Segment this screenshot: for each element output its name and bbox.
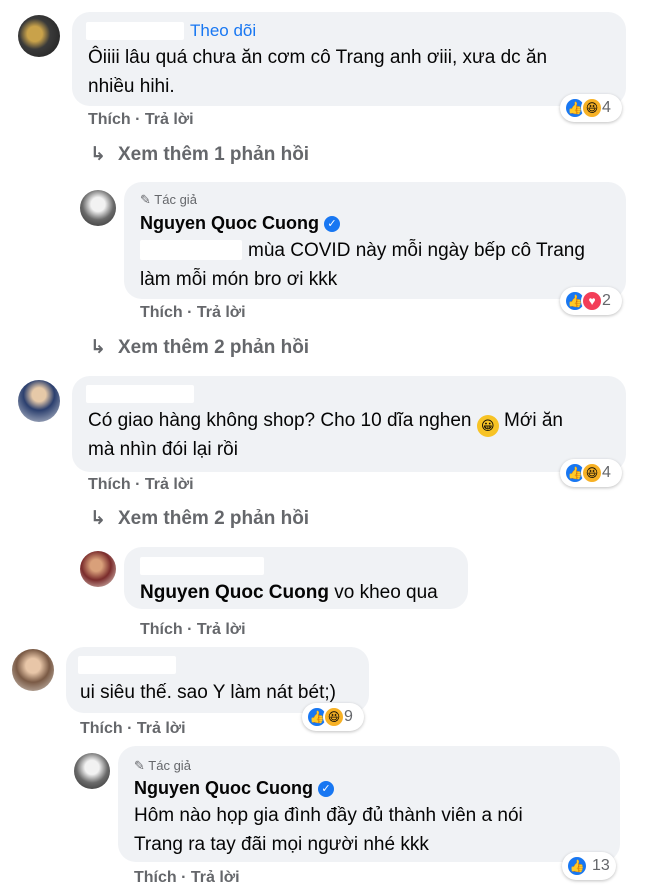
reaction-count: 13 xyxy=(592,857,610,874)
reply-button[interactable]: Trả lời xyxy=(137,720,186,737)
reply-arrow-icon: ↳ xyxy=(90,144,106,165)
avatar[interactable] xyxy=(18,15,60,57)
follow-link[interactable]: Theo dõi xyxy=(190,21,256,41)
comment-text: ui siêu thế. sao Y làm nát bét;) xyxy=(80,682,336,703)
like-button[interactable]: Thích xyxy=(140,621,183,638)
reply-button[interactable]: Trả lời xyxy=(197,621,246,638)
reaction-summary[interactable]: 👍 😆 4 xyxy=(560,459,622,487)
redacted-name xyxy=(140,557,264,575)
love-icon: ♥ xyxy=(581,290,603,312)
verified-badge-icon: ✓ xyxy=(324,216,340,233)
reply-button[interactable]: Trả lời xyxy=(197,304,246,321)
avatar[interactable] xyxy=(18,380,60,422)
author-name[interactable]: Nguyen Quoc Cuong ✓ xyxy=(140,213,340,234)
comment-text: làm mỗi món bro ơi kkk xyxy=(140,269,338,290)
reply-arrow-icon: ↳ xyxy=(90,508,106,529)
avatar[interactable] xyxy=(74,753,110,789)
comment-text: mùa COVID này mỗi ngày bếp cô Trang xyxy=(248,240,585,261)
reaction-summary[interactable]: 👍 13 xyxy=(562,852,616,880)
pencil-icon: ✎ xyxy=(134,758,145,773)
like-button[interactable]: Thích xyxy=(88,476,131,493)
author-name-text: Nguyen Quoc Cuong xyxy=(134,778,313,798)
haha-icon: 😆 xyxy=(581,462,603,484)
mention-link[interactable]: Nguyen Quoc Cuong xyxy=(140,582,329,603)
reaction-summary[interactable]: 👍 😆 9 xyxy=(302,703,364,731)
comment-actions: Thích · Trả lời xyxy=(134,869,240,886)
comment-text: Hôm nào họp gia đình đầy đủ thành viên a… xyxy=(134,805,523,826)
comment-actions: Thích · Trả lời xyxy=(88,111,194,128)
haha-icon: 😆 xyxy=(323,706,345,728)
avatar[interactable] xyxy=(80,551,116,587)
comment-text: nhiều hihi. xyxy=(88,76,175,97)
reaction-count: 2 xyxy=(602,292,611,309)
comment-text-part: vo kheo qua xyxy=(334,582,438,603)
avatar[interactable] xyxy=(12,649,54,691)
view-more-replies[interactable]: ↳ Xem thêm 2 phản hồi xyxy=(90,507,309,530)
like-button[interactable]: Thích xyxy=(80,720,123,737)
reaction-summary[interactable]: 👍 😆 4 xyxy=(560,94,622,122)
author-name-text: Nguyen Quoc Cuong xyxy=(140,213,319,233)
comment-text-part: Có giao hàng không shop? Cho 10 dĩa nghe… xyxy=(88,410,472,431)
view-more-replies[interactable]: ↳ Xem thêm 2 phản hồi xyxy=(90,336,309,359)
comment-actions: Thích · Trả lời xyxy=(80,720,186,737)
author-name[interactable]: Nguyen Quoc Cuong ✓ xyxy=(134,778,334,799)
author-tag-label: Tác giả xyxy=(154,192,197,207)
comment-text: Nguyen Quoc Cuong vo kheo qua xyxy=(140,578,438,607)
author-tag: ✎ Tác giả xyxy=(140,192,197,208)
comment-actions: Thích · Trả lời xyxy=(140,304,246,321)
view-more-label: Xem thêm 1 phản hồi xyxy=(118,144,310,165)
pencil-icon: ✎ xyxy=(140,192,151,207)
reply-arrow-icon: ↳ xyxy=(90,337,106,358)
redacted-mention xyxy=(140,240,242,260)
smiley-emoji: 😀 xyxy=(476,415,499,437)
comment-text: mà nhìn đói lại rồi xyxy=(88,439,238,460)
comment-text-part: Mới ăn xyxy=(504,410,563,431)
view-more-replies[interactable]: ↳ Xem thêm 1 phản hồi xyxy=(90,143,309,166)
reply-button[interactable]: Trả lời xyxy=(145,111,194,128)
reply-button[interactable]: Trả lời xyxy=(145,476,194,493)
like-button[interactable]: Thích xyxy=(88,111,131,128)
verified-badge-icon: ✓ xyxy=(318,781,334,798)
redacted-name xyxy=(78,656,176,674)
like-button[interactable]: Thích xyxy=(140,304,183,321)
reaction-count: 9 xyxy=(344,708,353,725)
redacted-name xyxy=(86,22,184,40)
comment-text: Trang ra tay đãi mọi người nhé kkk xyxy=(134,834,429,855)
view-more-label: Xem thêm 2 phản hồi xyxy=(118,508,310,529)
reaction-count: 4 xyxy=(602,464,611,481)
view-more-label: Xem thêm 2 phản hồi xyxy=(118,337,310,358)
comment-actions: Thích · Trả lời xyxy=(88,476,194,493)
avatar[interactable] xyxy=(80,190,116,226)
like-icon: 👍 xyxy=(566,855,588,877)
haha-icon: 😆 xyxy=(581,97,603,119)
author-tag: ✎ Tác giả xyxy=(134,758,191,774)
comment-text: Có giao hàng không shop? Cho 10 dĩa nghe… xyxy=(88,406,563,437)
reaction-summary[interactable]: 👍 ♥ 2 xyxy=(560,287,622,315)
author-tag-label: Tác giả xyxy=(148,758,191,773)
reaction-count: 4 xyxy=(602,99,611,116)
comment-actions: Thích · Trả lời xyxy=(140,621,246,638)
like-button[interactable]: Thích xyxy=(134,869,177,886)
reply-button[interactable]: Trả lời xyxy=(191,869,240,886)
redacted-name xyxy=(86,385,194,403)
comment-text: Ôiiii lâu quá chưa ăn cơm cô Trang anh ơ… xyxy=(88,47,548,68)
